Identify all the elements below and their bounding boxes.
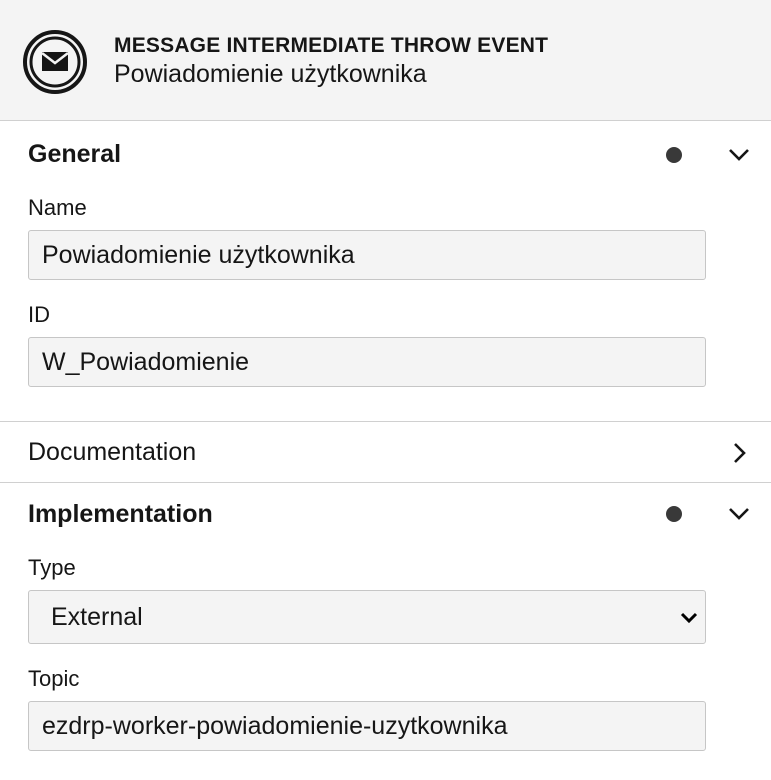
group-general-title[interactable]: General xyxy=(28,140,121,169)
dot-indicator-icon xyxy=(666,506,682,522)
topic-input[interactable] xyxy=(28,701,706,751)
topic-field-label: Topic xyxy=(28,666,80,691)
group-documentation-title[interactable]: Documentation xyxy=(28,438,196,467)
type-select[interactable]: External xyxy=(28,590,706,644)
element-type-label: MESSAGE INTERMEDIATE THROW EVENT xyxy=(114,34,549,57)
group-implementation-title[interactable]: Implementation xyxy=(28,500,213,529)
dot-indicator-icon xyxy=(666,147,682,163)
name-field-label: Name xyxy=(28,195,87,220)
properties-panel-header: MESSAGE INTERMEDIATE THROW EVENT Powiado… xyxy=(0,0,771,121)
chevron-down-icon[interactable] xyxy=(726,500,752,526)
id-field-label: ID xyxy=(28,302,50,327)
group-divider xyxy=(0,421,771,422)
name-input[interactable] xyxy=(28,230,706,280)
id-input[interactable] xyxy=(28,337,706,387)
group-divider xyxy=(0,482,771,483)
element-name-label: Powiadomienie użytkownika xyxy=(114,60,427,88)
chevron-right-icon[interactable] xyxy=(726,440,752,466)
type-field-label: Type xyxy=(28,555,76,580)
message-throw-event-icon xyxy=(23,30,87,94)
chevron-down-icon[interactable] xyxy=(678,606,700,628)
type-select-value[interactable]: External xyxy=(28,590,706,644)
chevron-down-icon[interactable] xyxy=(726,141,752,167)
